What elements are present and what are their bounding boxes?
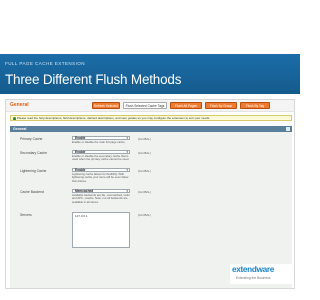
flush-selected-cache-tags-button[interactable]: Flush Selected Cache Tags (123, 102, 167, 109)
field-label: Primary Cache (20, 137, 43, 141)
banner-title: Three Different Flush Methods (5, 72, 182, 87)
config-row-secondary-cache: Secondary Cache Enable Enable or disable… (10, 150, 292, 166)
servers-textarea[interactable]: 127.0.0.1 (72, 212, 130, 248)
field-label: Secondary Cache (20, 151, 47, 155)
field-hint: Available backends are file, memcached, … (72, 193, 130, 204)
config-row-lightening-cache: Lightening Cache Enable Lightening cache… (10, 168, 292, 186)
config-row-primary-cache: Primary Cache Enable Enable or disable t… (10, 136, 292, 150)
info-notice: Please read the help descriptions, field… (10, 115, 292, 121)
config-row-servers: Servers 127.0.0.1 [GLOBAL] (10, 212, 292, 252)
flush-by-tag-button[interactable]: Flush By Tag (240, 102, 270, 109)
page-title: General (10, 102, 29, 108)
collapse-icon[interactable] (286, 127, 290, 131)
field-hint: Lightening cache allows for flexibility.… (72, 172, 129, 183)
logo-tagline: Extending the Business (236, 276, 271, 280)
refresh-selected-button[interactable]: Refresh Selected (92, 102, 120, 109)
field-hint: Enable or disable the secondary cache th… (72, 154, 130, 162)
section-title: General (13, 127, 27, 131)
extendware-logo: extendware Extending the Business (230, 264, 294, 284)
toolbar: General Refresh Selected Flush Selected … (6, 100, 294, 112)
field-label: Lightening Cache (20, 169, 47, 173)
admin-config-window: General Refresh Selected Flush Selected … (5, 99, 295, 289)
config-row-cache-backend: Cache Backend Memcached Available backen… (10, 189, 292, 209)
field-label: Servers (20, 213, 32, 217)
info-check-icon (12, 117, 16, 120)
flush-all-pages-button[interactable]: Flush All Pages (170, 102, 202, 109)
scope-label: [GLOBAL] (138, 189, 151, 194)
field-label: Cache Backend (20, 190, 44, 194)
logo-wordmark: extendware (232, 265, 275, 274)
scope-label: [GLOBAL] (138, 168, 151, 173)
field-hint: Enable or disable the main full page cac… (72, 140, 126, 144)
banner-subtitle: FULL PAGE CACHE EXTENSION (5, 61, 85, 66)
scope-label: [GLOBAL] (138, 150, 151, 155)
scope-label: [GLOBAL] (138, 212, 151, 217)
scope-label: [GLOBAL] (138, 136, 151, 141)
notice-text: Please read the help descriptions, field… (17, 116, 211, 120)
flush-by-group-button[interactable]: Flush By Group (205, 102, 237, 109)
